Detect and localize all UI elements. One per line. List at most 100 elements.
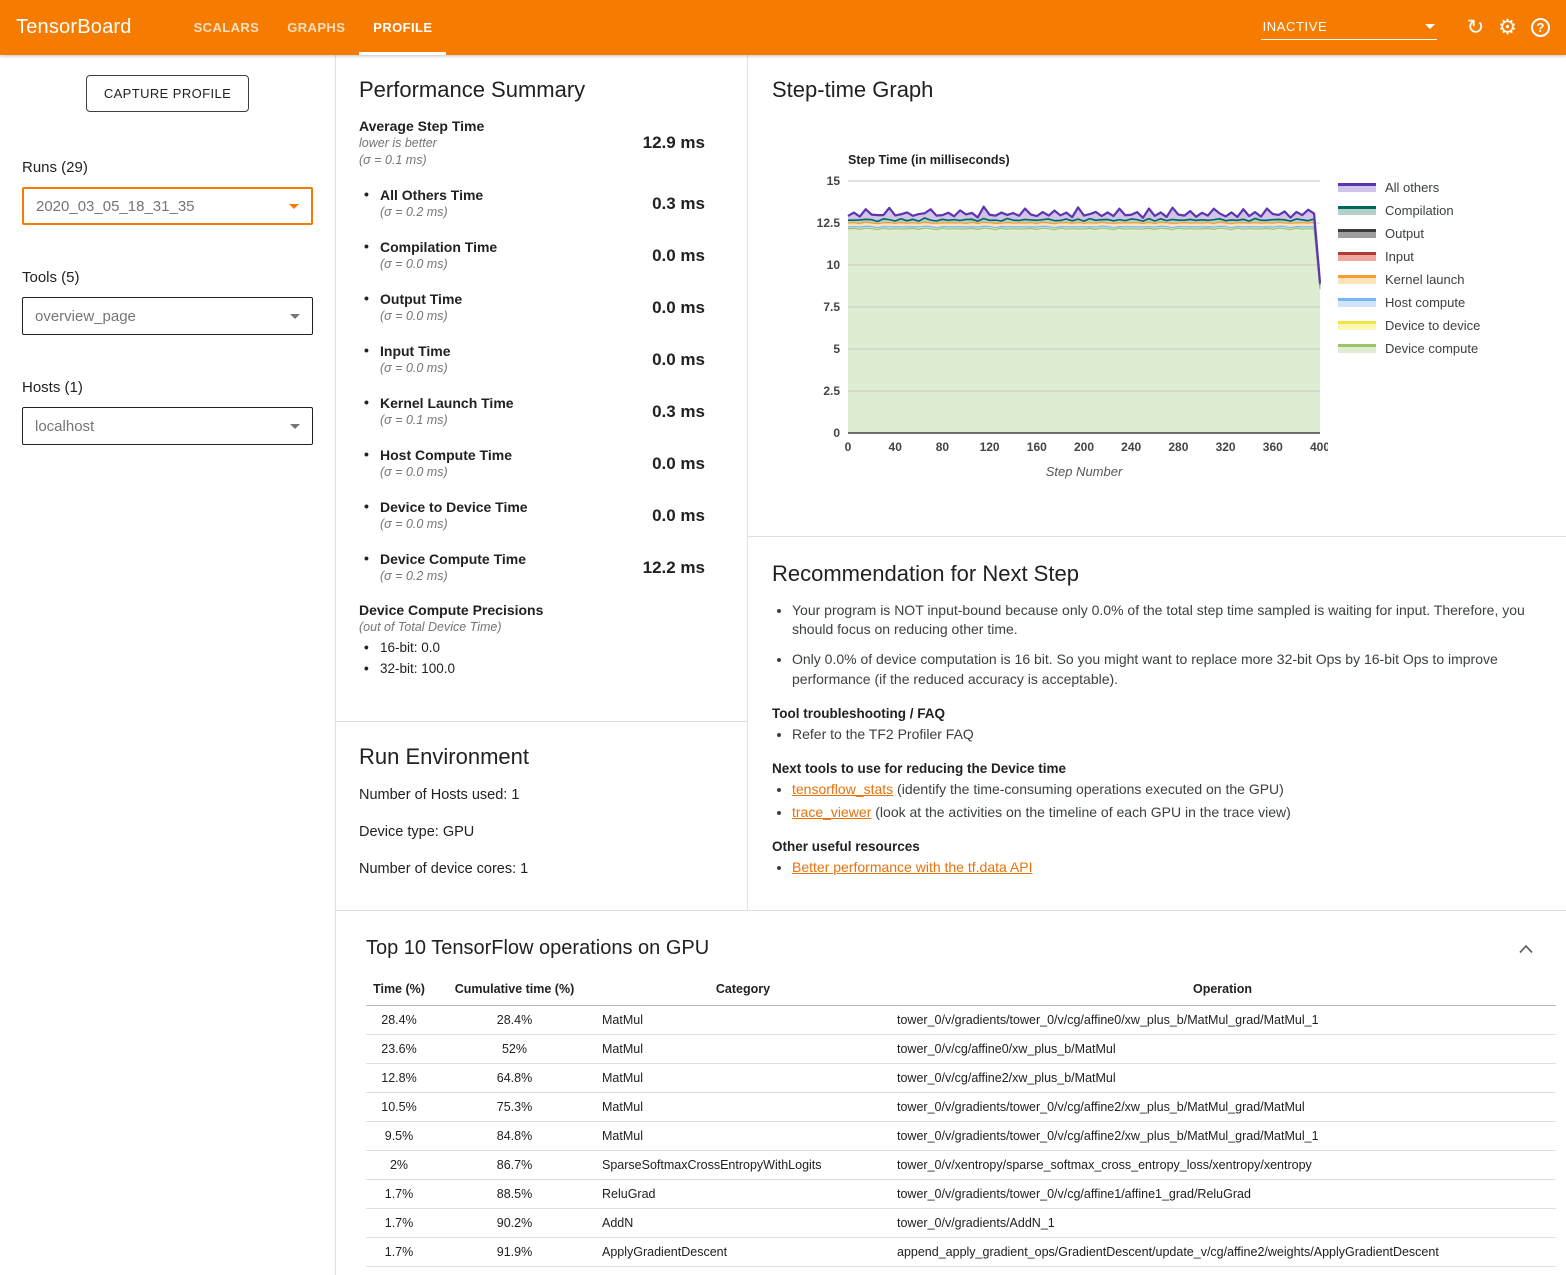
- chevron-down-icon: [1425, 24, 1435, 29]
- metric-label: Device to Device Time: [380, 498, 528, 516]
- table-row: 28.4%28.4%MatMultower_0/v/gradients/towe…: [366, 1006, 1556, 1035]
- metric-sigma: (σ = 0.1 ms): [359, 152, 484, 169]
- sidebar-select[interactable]: 2020_03_05_18_31_35: [22, 187, 313, 225]
- top-ops-header: Top 10 TensorFlow operations on GPU: [366, 937, 1556, 960]
- rec-link[interactable]: trace_viewer: [792, 804, 871, 820]
- table-row: 23.6%52%MatMultower_0/v/cg/affine0/xw_pl…: [366, 1035, 1556, 1064]
- metric-label: Input Time: [380, 342, 451, 360]
- svg-text:280: 280: [1168, 440, 1188, 454]
- cell-category: MatMul: [597, 1122, 889, 1151]
- legend-label: Kernel launch: [1385, 272, 1465, 287]
- sidebar: CAPTURE PROFILE Runs (29)2020_03_05_18_3…: [0, 55, 335, 1275]
- metric-label: Output Time: [380, 290, 462, 308]
- nav-tabs: SCALARSGRAPHSPROFILE: [180, 0, 447, 55]
- legend-label: Input: [1385, 249, 1414, 264]
- metric-text: Kernel Launch Time(σ = 0.1 ms): [359, 394, 514, 429]
- metric-text: Input Time(σ = 0.0 ms): [359, 342, 451, 377]
- chart-row: 02.557.51012.515040801201602002402803203…: [808, 173, 1566, 485]
- cell-time: 28.4%: [366, 1006, 432, 1035]
- recommendation-item: trace_viewer (look at the activities on …: [792, 803, 1542, 822]
- device-compute-precisions: Device Compute Precisions (out of Total …: [359, 602, 705, 676]
- precision-item: 16-bit: 0.0: [359, 640, 705, 655]
- metric-row: Kernel Launch Time(σ = 0.1 ms)0.3 ms: [359, 394, 705, 429]
- cell-cumulative-time: 28.4%: [432, 1006, 597, 1035]
- recommendation-bullet: Only 0.0% of device computation is 16 bi…: [792, 650, 1542, 688]
- tab-scalars[interactable]: SCALARS: [180, 0, 274, 55]
- collapse-icon[interactable]: [1518, 944, 1534, 954]
- sidebar-group-label: Hosts (1): [22, 379, 313, 396]
- metric-note: lower is better: [359, 135, 484, 152]
- metric-text: Host Compute Time(σ = 0.0 ms): [359, 446, 512, 481]
- cell-cumulative-time: 88.5%: [432, 1180, 597, 1209]
- chart-legend: All othersCompilationOutputInputKernel l…: [1338, 180, 1480, 485]
- recommendation-subheading: Next tools to use for reducing the Devic…: [772, 761, 1542, 776]
- table-header-row: Time (%)Cumulative time (%)CategoryOpera…: [366, 977, 1556, 1006]
- performance-summary-card: Performance Summary Average Step Timelow…: [336, 55, 747, 721]
- recommendation-subheading: Other useful resources: [772, 839, 1542, 854]
- metric-row: Compilation Time(σ = 0.0 ms)0.0 ms: [359, 238, 705, 273]
- run-env-line: Device type: GPU: [359, 824, 724, 841]
- legend-label: Compilation: [1385, 203, 1454, 218]
- cell-time: 1.7%: [366, 1209, 432, 1238]
- metric-value: 12.2 ms: [643, 558, 705, 578]
- table-row: 2%86.7%SparseSoftmaxCrossEntropyWithLogi…: [366, 1151, 1556, 1180]
- metric-value: 0.0 ms: [652, 298, 705, 318]
- recommendation-title: Recommendation for Next Step: [772, 561, 1542, 587]
- legend-swatch: [1338, 344, 1376, 353]
- cell-operation: tower_0/v/cg/affine2/xw_plus_b/MatMul: [889, 1064, 1556, 1093]
- table-row: 1.7%88.5%ReluGradtower_0/v/gradients/tow…: [366, 1180, 1556, 1209]
- rec-item-text: Refer to the TF2 Profiler FAQ: [792, 726, 974, 742]
- svg-text:12.5: 12.5: [817, 216, 841, 230]
- performance-summary-title: Performance Summary: [359, 77, 705, 103]
- run-environment-title: Run Environment: [359, 744, 724, 770]
- legend-item: Compilation: [1338, 203, 1480, 218]
- cell-category: MatMul: [597, 1006, 889, 1035]
- cell-operation: tower_0/v/gradients/tower_0/v/cg/affine1…: [889, 1180, 1556, 1209]
- legend-swatch: [1338, 183, 1376, 192]
- recommendation-item: Better performance with the tf.data API: [792, 858, 1542, 877]
- rec-link[interactable]: tensorflow_stats: [792, 781, 893, 797]
- cell-time: 2%: [366, 1151, 432, 1180]
- svg-text:80: 80: [936, 440, 950, 454]
- cell-cumulative-time: 84.8%: [432, 1122, 597, 1151]
- svg-text:160: 160: [1027, 440, 1047, 454]
- sidebar-select-value: 2020_03_05_18_31_35: [36, 198, 195, 215]
- metric-label: Compilation Time: [380, 238, 497, 256]
- legend-label: All others: [1385, 180, 1439, 195]
- recommendation-list: tensorflow_stats (identify the time-cons…: [772, 780, 1542, 823]
- sidebar-select[interactable]: overview_page: [22, 297, 313, 335]
- table-column-header: Time (%): [366, 977, 432, 1006]
- metric-row: Average Step Timelower is better(σ = 0.1…: [359, 117, 705, 169]
- metric-label: Average Step Time: [359, 117, 484, 135]
- rec-link[interactable]: Better performance with the tf.data API: [792, 859, 1032, 875]
- legend-item: Host compute: [1338, 295, 1480, 310]
- metric-value: 0.0 ms: [652, 350, 705, 370]
- metric-sigma: (σ = 0.0 ms): [380, 308, 462, 325]
- tab-graphs[interactable]: GRAPHS: [273, 0, 359, 55]
- table-column-header: Category: [597, 977, 889, 1006]
- sidebar-select-value: overview_page: [35, 308, 136, 325]
- recommendation-list: Refer to the TF2 Profiler FAQ: [772, 725, 1542, 744]
- refresh-icon[interactable]: ↻: [1467, 17, 1485, 38]
- help-icon[interactable]: ?: [1531, 18, 1550, 37]
- cell-time: 23.6%: [366, 1035, 432, 1064]
- metric-sigma: (σ = 0.2 ms): [380, 204, 483, 221]
- svg-text:240: 240: [1121, 440, 1141, 454]
- status-select-value: INACTIVE: [1263, 19, 1328, 34]
- chevron-down-icon: [290, 314, 300, 319]
- gear-icon[interactable]: ⚙: [1498, 17, 1517, 38]
- run-environment-lines: Number of Hosts used: 1Device type: GPUN…: [359, 787, 724, 878]
- capture-profile-button[interactable]: CAPTURE PROFILE: [86, 75, 249, 112]
- cell-time: 1.7%: [366, 1180, 432, 1209]
- metric-sigma: (σ = 0.0 ms): [380, 464, 512, 481]
- status-select[interactable]: INACTIVE: [1261, 15, 1437, 40]
- tab-profile[interactable]: PROFILE: [359, 0, 446, 55]
- recommendation-sections: Tool troubleshooting / FAQRefer to the T…: [772, 706, 1542, 878]
- svg-text:40: 40: [889, 440, 903, 454]
- rec-item-text: (look at the activities on the timeline …: [871, 804, 1290, 820]
- svg-text:120: 120: [980, 440, 1000, 454]
- metric-sigma: (σ = 0.0 ms): [380, 360, 451, 377]
- sidebar-select[interactable]: localhost: [22, 407, 313, 445]
- svg-text:200: 200: [1074, 440, 1094, 454]
- legend-label: Host compute: [1385, 295, 1465, 310]
